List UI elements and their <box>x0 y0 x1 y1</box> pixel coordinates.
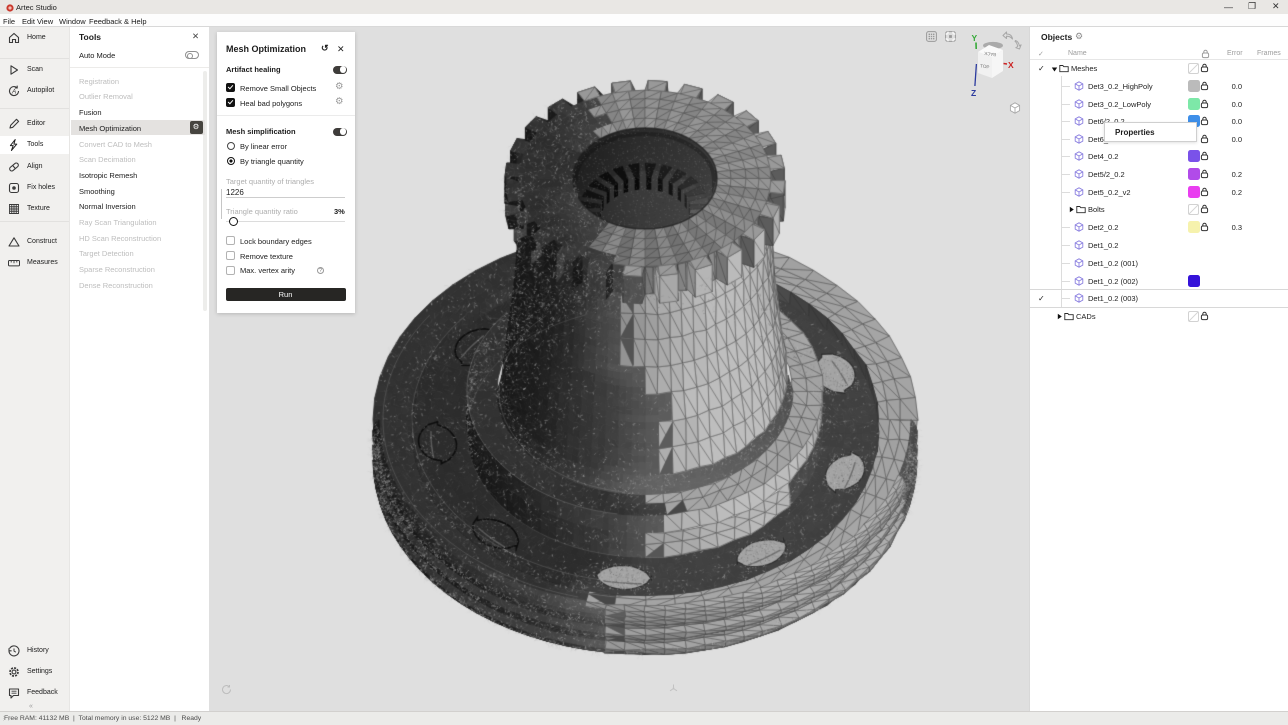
svg-text:A: A <box>11 88 16 95</box>
